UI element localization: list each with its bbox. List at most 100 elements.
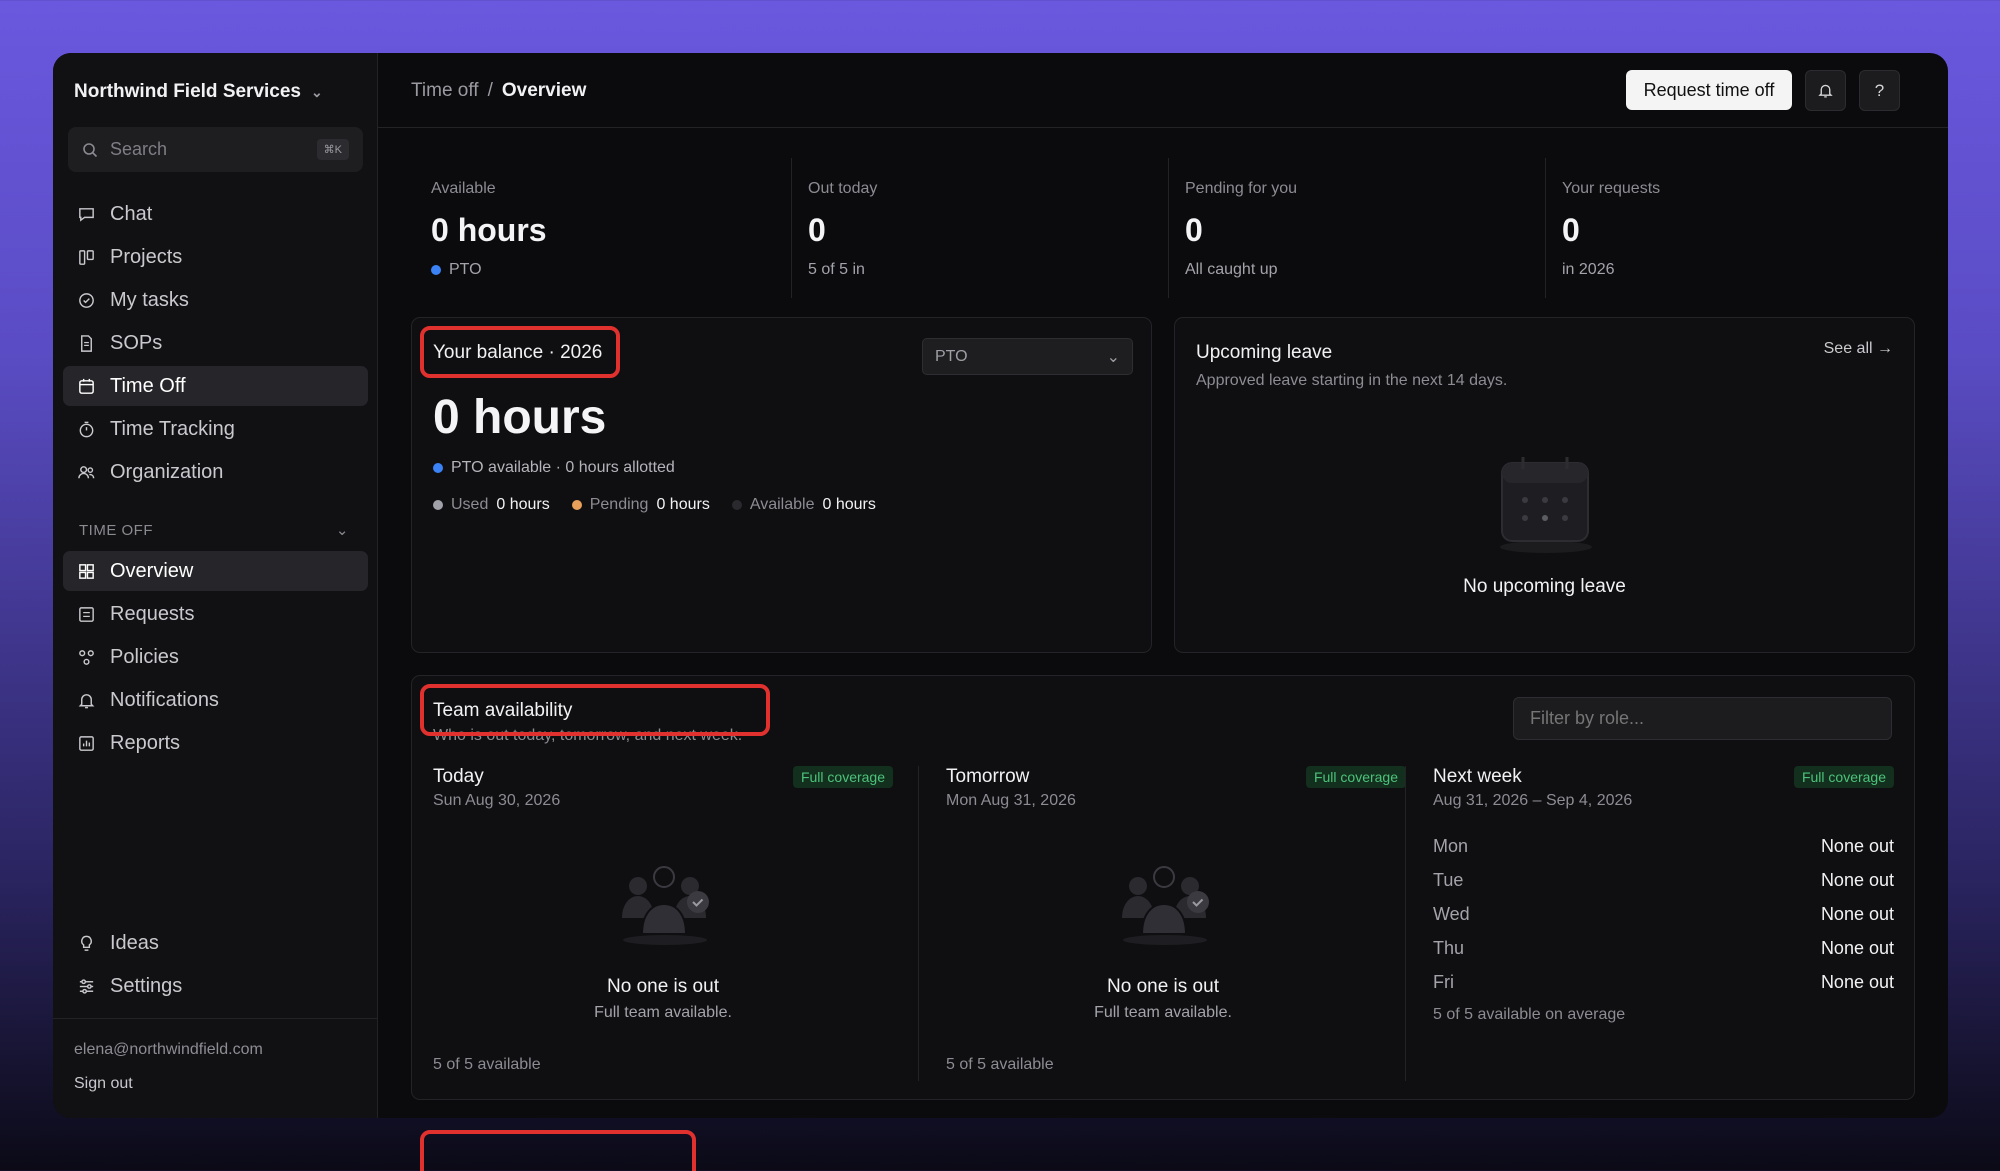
people-icon [78,465,95,478]
chevron-down-icon: ⌄ [311,83,323,100]
request-time-off-button[interactable]: Request time off [1626,70,1792,110]
leave-type-select[interactable]: PTO ⌄ [922,338,1133,375]
stat-label: Pending for you [1185,180,1298,197]
search-icon [83,142,98,157]
calendar-icon [79,378,94,394]
sign-out-link[interactable]: Sign out [74,1075,133,1093]
upcoming-subtitle: Approved leave starting in the next 14 d… [1196,372,1508,389]
search-shortcut: ⌘K [316,139,349,160]
nav-item-chat[interactable]: Chat [63,194,368,234]
lightbulb-icon [81,935,92,951]
main-content: Time off / Overview Request time off ? A… [378,53,1948,1118]
chevron-down-icon: ⌄ [1106,348,1120,366]
chat-icon [79,207,94,222]
time-off-section-toggle[interactable]: TIME OFF ⌄ [79,521,349,540]
subnav-item-overview[interactable]: Overview [63,551,368,591]
section-label: TIME OFF [79,521,153,539]
subnav-label: Policies [110,645,179,668]
week-status: None out [1820,937,1894,958]
user-email: elena@northwindfield.com [74,1041,263,1058]
nav-item-time-off[interactable]: Time Off [63,366,368,406]
nav-item-ideas[interactable]: Ideas [63,923,368,963]
divider [53,1018,378,1019]
tomorrow-column: Tomorrow Full coverage Mon Aug 31, 2026 … [946,766,1406,1081]
nav-label: Ideas [110,931,159,954]
stat-sub: 5 of 5 in [808,261,865,278]
week-row: Mon None out [1433,829,1894,863]
nav-item-settings[interactable]: Settings [63,966,368,1006]
stat-pending: Pending for you 0 All caught up [1185,158,1297,298]
divider [1168,158,1169,298]
stat-label: Out today [808,180,878,197]
week-row: Wed None out [1433,897,1894,931]
nav-label: Time Tracking [110,417,235,440]
nav-item-projects[interactable]: Projects [63,237,368,277]
stat-available: Available 0 hours PTO [431,158,547,298]
nav-label: Organization [110,460,224,483]
nav-item-time-tracking[interactable]: Time Tracking [63,409,368,449]
coverage-badge: Full coverage [1305,766,1406,788]
week-row: Tue None out [1433,863,1894,897]
nav-item-sops[interactable]: SOPs [63,323,368,363]
subnav-item-policies[interactable]: Policies [63,637,368,677]
balance-hours: 0 hours [433,391,607,444]
help-icon: ? [1874,80,1885,100]
subnav-label: Requests [110,602,195,625]
tomorrow-empty-sub: Full team available. [1094,1004,1232,1021]
stat-sub: All caught up [1185,261,1278,278]
highlight-box [420,684,770,736]
select-value: PTO [935,347,968,365]
week-list: Mon None out Tue None out Wed None out Thu N… [1433,829,1894,999]
help-button[interactable]: ? [1859,70,1900,111]
next-week-title: Next week [1433,766,1522,787]
available-label: Available [749,496,815,513]
subnav-label: Reports [110,731,181,754]
stat-label: Available [431,180,496,197]
week-status: None out [1820,903,1894,924]
subnav-label: Notifications [110,688,219,711]
stat-label: Your requests [1562,180,1661,197]
stopwatch-icon [79,421,94,437]
tomorrow-empty-title: No one is out [1107,976,1219,997]
subnav-item-reports[interactable]: Reports [63,723,368,763]
tomorrow-footer: 5 of 5 available [946,1056,1054,1073]
week-day: Mon [1433,835,1469,856]
balance-summary: PTO available · 0 hours allotted [433,459,675,477]
document-icon [81,334,92,352]
pending-dot [571,500,582,510]
breadcrumb-parent[interactable]: Time off [411,80,479,102]
divider [1405,766,1406,1081]
breadcrumb-separator: / [487,80,493,101]
tomorrow-title: Tomorrow [946,766,1030,787]
available-dot [731,500,742,510]
week-status: None out [1820,835,1894,856]
available-value: 0 hours [822,496,876,513]
subnav-item-notifications[interactable]: Notifications [63,680,368,720]
stat-value: 0 [1562,212,1580,248]
used-label: Used [451,496,489,513]
coverage-badge: Full coverage [1793,766,1894,788]
org-name: Northwind Field Services [74,81,301,102]
upcoming-empty-text: No upcoming leave [1463,576,1626,597]
team-empty-icon [622,866,709,945]
nav-label: My tasks [110,288,189,311]
filter-by-role-input[interactable] [1513,697,1892,740]
divider [918,766,919,1081]
see-all-link[interactable]: See all → [1824,340,1893,358]
nav-item-organization[interactable]: Organization [63,452,368,492]
org-switcher[interactable]: Northwind Field Services ⌄ [74,81,323,103]
nav-label: Chat [110,202,153,225]
chevron-down-icon: ⌄ [335,522,349,539]
stat-your-requests: Your requests 0 in 2026 [1562,158,1660,298]
today-title: Today [433,766,484,787]
search-input[interactable]: Search ⌘K [68,127,363,172]
pending-label: Pending [589,496,649,513]
search-placeholder: Search [110,139,168,159]
notifications-button[interactable] [1805,70,1846,111]
today-empty-title: No one is out [607,976,719,997]
subnav-item-requests[interactable]: Requests [63,594,368,634]
tasks-icon [79,292,94,308]
tomorrow-date: Mon Aug 31, 2026 [946,792,1076,809]
nav-label: Projects [110,245,183,268]
nav-item-my-tasks[interactable]: My tasks [63,280,368,320]
